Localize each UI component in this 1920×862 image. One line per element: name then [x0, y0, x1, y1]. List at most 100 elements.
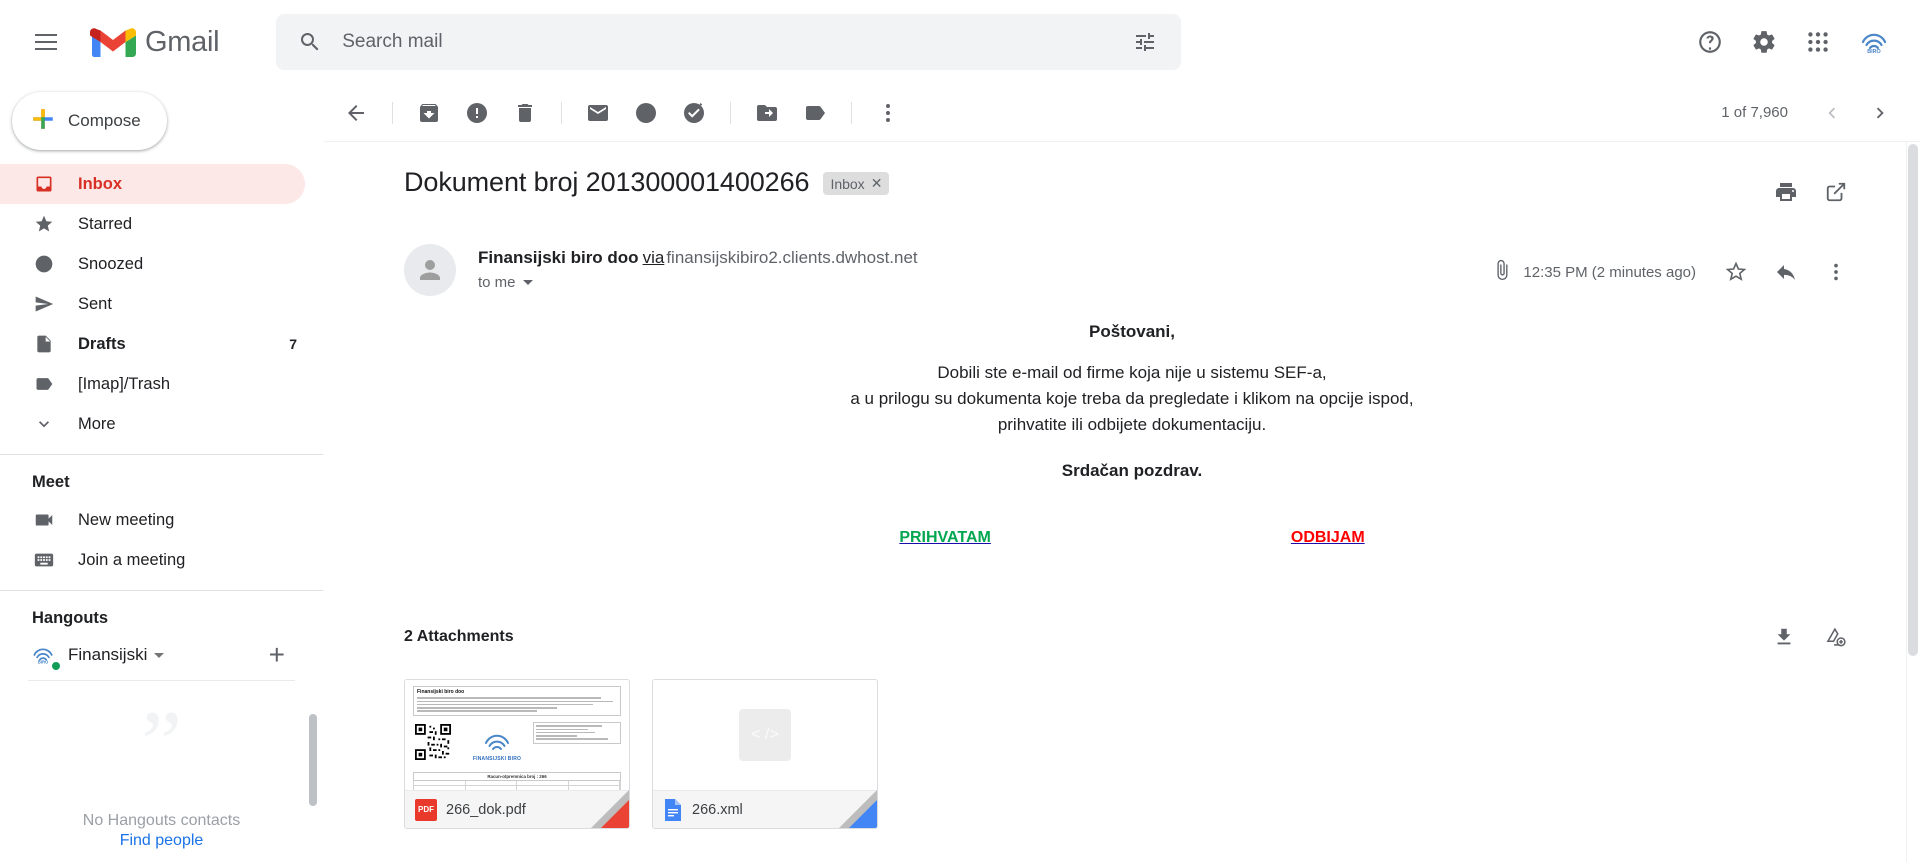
divider: [0, 454, 323, 455]
hangouts-find-people-link[interactable]: Find people: [120, 832, 204, 850]
via-label[interactable]: via: [643, 248, 665, 267]
sender-row: Finansijski biro doo via finansijskibiro2.…: [404, 244, 1860, 296]
trash-icon[interactable]: [501, 89, 549, 137]
sidebar-item-more[interactable]: More: [0, 404, 305, 444]
chevron-down-icon: [522, 280, 533, 285]
compose-button[interactable]: Compose: [12, 92, 167, 150]
preview-company-name: Finansijski biro doo: [417, 689, 465, 696]
search-container: [276, 14, 1182, 70]
chevron-right-icon[interactable]: [1856, 89, 1904, 137]
pdf-file-icon: PDF: [415, 798, 437, 821]
app-body: Compose Inbox Starred Snoozed Sent Draft…: [0, 84, 1920, 862]
sidebar-item-join-meeting[interactable]: Join a meeting: [0, 540, 305, 580]
sender-meta: Finansijski biro doo via finansijskibiro2.…: [478, 244, 918, 291]
report-spam-icon[interactable]: [453, 89, 501, 137]
preview-doc-title: Racun-otpremnica broj : 266: [413, 772, 621, 782]
video-camera-icon: [32, 509, 56, 531]
label-icon: [32, 374, 56, 394]
sidebar-item-imap-trash[interactable]: [Imap]/Trash: [0, 364, 305, 404]
open-in-new-window-icon[interactable]: [1812, 168, 1860, 216]
print-icon[interactable]: [1762, 168, 1810, 216]
archive-icon[interactable]: [405, 89, 453, 137]
download-icon[interactable]: [1760, 613, 1808, 661]
accept-link[interactable]: PRIHVATAM: [899, 529, 991, 547]
attachment-card[interactable]: Finansijski biro doo FINANSIJSKI BIRO Ra…: [404, 679, 630, 830]
message-meta-actions: 12:35 PM (2 minutes ago): [1491, 244, 1860, 296]
compose-label: Compose: [68, 111, 141, 130]
chevron-left-icon[interactable]: [1808, 89, 1856, 137]
reject-link[interactable]: ODBIJAM: [1291, 529, 1365, 547]
chevron-down-icon[interactable]: [154, 652, 165, 658]
gear-icon[interactable]: [1740, 18, 1788, 66]
account-avatar-icon[interactable]: BIRO: [1848, 16, 1900, 68]
close-x-icon[interactable]: ✕: [871, 175, 883, 192]
hangouts-user-row[interactable]: BIRO Finansijski +: [0, 636, 323, 674]
hangouts-empty-line1: No Hangouts contacts: [82, 812, 241, 829]
snooze-clock-icon[interactable]: [622, 89, 670, 137]
sidebar-item-new-meeting[interactable]: New meeting: [0, 500, 305, 540]
attachment-card[interactable]: < /> 266.xml: [652, 679, 878, 830]
preview-table: [413, 781, 621, 791]
sidebar-item-sent[interactable]: Sent: [0, 284, 305, 324]
sidebar-item-drafts[interactable]: Drafts 7: [0, 324, 305, 364]
sidebar-item-label: More: [78, 414, 116, 433]
add-to-tasks-icon[interactable]: [670, 89, 718, 137]
sidebar: Compose Inbox Starred Snoozed Sent Draft…: [0, 84, 324, 862]
label-chip[interactable]: Inbox ✕: [823, 172, 890, 195]
meet-section-title: Meet: [32, 473, 70, 491]
sidebar-item-label: Join a meeting: [78, 550, 186, 569]
message-scroll-area: Dokument broj 201300001400266 Inbox ✕ Fi…: [324, 142, 1920, 862]
search-bar[interactable]: [276, 14, 1182, 70]
email-action-links: PRIHVATAM ODBIJAM: [404, 529, 1860, 547]
email-paragraph-line: prihvatite ili odbijete dokumentaciju.: [997, 414, 1267, 434]
add-conversation-icon[interactable]: +: [269, 641, 285, 669]
attachment-corner-accent: [849, 800, 877, 829]
google-apps-grid-icon[interactable]: [1794, 18, 1842, 66]
move-to-folder-icon[interactable]: [743, 89, 791, 137]
search-input[interactable]: [334, 31, 1122, 53]
sidebar-item-starred[interactable]: Starred: [0, 204, 305, 244]
message-timestamp: 12:35 PM (2 minutes ago): [1523, 263, 1696, 281]
search-options-icon[interactable]: [1121, 18, 1169, 66]
labels-tag-icon[interactable]: [791, 89, 839, 137]
chevron-down-icon: [32, 414, 56, 434]
preview-header-box: Finansijski biro doo: [413, 686, 621, 717]
email-message: Dokument broj 201300001400266 Inbox ✕ Fi…: [324, 142, 1920, 830]
save-to-drive-icon[interactable]: [1812, 613, 1860, 661]
reply-arrow-icon[interactable]: [1762, 248, 1810, 296]
more-vertical-icon[interactable]: [1812, 248, 1860, 296]
svg-text:BIRO: BIRO: [38, 660, 49, 665]
sidebar-item-snoozed[interactable]: Snoozed: [0, 244, 305, 284]
main-menu-icon[interactable]: [18, 14, 74, 70]
sidebar-item-label: Sent: [78, 294, 112, 313]
sidebar-item-inbox[interactable]: Inbox: [0, 164, 305, 204]
divider: [851, 101, 852, 124]
search-icon[interactable]: [286, 18, 334, 66]
attachment-preview: < />: [653, 680, 877, 791]
help-question-icon[interactable]: [1686, 18, 1734, 66]
top-bar: Gmail Search mail BIRO: [0, 0, 1920, 84]
main-scrollbar[interactable]: [1906, 142, 1920, 862]
scrollbar-thumb[interactable]: [1908, 144, 1918, 656]
mark-unread-icon[interactable]: [574, 89, 622, 137]
divider: [561, 101, 562, 124]
main-pane: 1 of 7,960 Dokument broj 201300001400266: [324, 84, 1920, 862]
message-toolbar: 1 of 7,960: [324, 84, 1920, 142]
gmail-logo-icon: [90, 24, 136, 60]
sender-avatar[interactable]: [404, 244, 456, 296]
hangouts-section-title: Hangouts: [32, 609, 109, 627]
attachment-preview: Finansijski biro doo FINANSIJSKI BIRO Ra…: [405, 680, 629, 791]
hangouts-scrollbar[interactable]: [309, 714, 317, 806]
email-greeting: Poštovani,: [1089, 322, 1175, 341]
recipient-row[interactable]: to me: [478, 274, 918, 291]
attachment-footer: PDF 266_dok.pdf: [405, 790, 629, 829]
star-outline-icon[interactable]: [1712, 248, 1760, 296]
qr-code-icon: [415, 724, 451, 761]
top-right-actions: BIRO: [1686, 16, 1900, 68]
attachments-actions: [1760, 613, 1860, 661]
more-vertical-icon[interactable]: [864, 89, 912, 137]
gmail-brand[interactable]: Gmail: [90, 24, 220, 60]
attachment-filename: 266.xml: [692, 801, 743, 818]
back-arrow-icon[interactable]: [332, 89, 380, 137]
attachment-corner-accent: [601, 800, 629, 829]
